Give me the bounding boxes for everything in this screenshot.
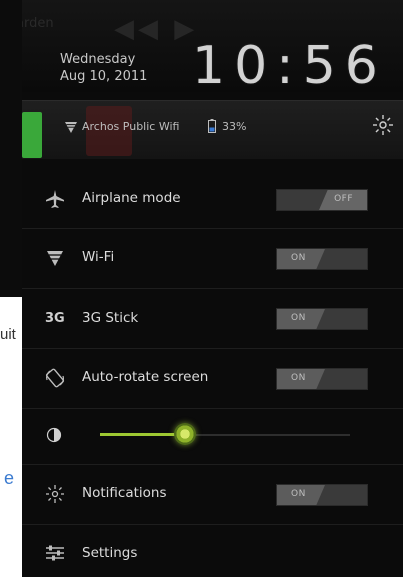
airplane-mode-toggle[interactable]: OFF: [276, 189, 368, 211]
3g-icon: 3G: [45, 311, 65, 326]
airplane-icon: [46, 190, 64, 208]
3g-stick-row[interactable]: 3G 3G Stick ON: [22, 289, 403, 347]
battery-icon: [208, 119, 216, 133]
media-controls-icon: ◀◀ ▶: [114, 14, 199, 44]
notifications-row[interactable]: Notifications ON: [22, 465, 403, 523]
settings-row[interactable]: Settings: [22, 525, 403, 577]
settings-label: Settings: [82, 545, 138, 561]
wifi-row[interactable]: Wi-Fi ON: [22, 229, 403, 287]
date-day: Wednesday: [60, 52, 136, 67]
panel-header: arden ◀◀ ▶ Wednesday Aug 10, 2011 10:56: [22, 0, 403, 96]
airplane-mode-row[interactable]: Airplane mode OFF: [22, 170, 403, 228]
brightness-slider-fill: [100, 433, 185, 436]
rotate-icon: [45, 368, 65, 388]
airplane-mode-label: Airplane mode: [82, 190, 181, 206]
wifi-status-icon: [65, 122, 77, 133]
settings-sliders-icon: [46, 545, 64, 561]
app-tile: [22, 112, 42, 158]
brightness-slider-thumb[interactable]: [174, 423, 196, 445]
toggle-state: ON: [291, 373, 306, 383]
auto-rotate-row[interactable]: Auto-rotate screen ON: [22, 349, 403, 407]
notification-panel: arden ◀◀ ▶ Wednesday Aug 10, 2011 10:56 …: [22, 0, 403, 577]
wifi-label: Wi-Fi: [82, 249, 115, 265]
3g-stick-toggle[interactable]: ON: [276, 308, 368, 330]
brightness-status-icon[interactable]: [372, 114, 394, 136]
toggle-state: ON: [291, 313, 306, 323]
notifications-toggle[interactable]: ON: [276, 484, 368, 506]
wifi-toggle[interactable]: ON: [276, 248, 368, 270]
network-name: Archos Public Wifi: [82, 120, 180, 133]
divider: [22, 408, 403, 409]
notifications-icon: [46, 485, 64, 503]
toggle-state: OFF: [334, 194, 353, 204]
background-widget-text: arden: [22, 16, 54, 31]
date-text: Aug 10, 2011: [60, 69, 148, 84]
3g-stick-label: 3G Stick: [82, 310, 139, 326]
auto-rotate-toggle[interactable]: ON: [276, 368, 368, 390]
notifications-label: Notifications: [82, 485, 167, 501]
clock: 10:56: [192, 36, 387, 96]
battery-level: 33%: [222, 120, 247, 133]
toggle-state: ON: [291, 253, 306, 263]
auto-rotate-label: Auto-rotate screen: [82, 369, 209, 385]
background-text-link: e: [4, 468, 15, 488]
wifi-icon: [47, 251, 63, 266]
brightness-icon: [46, 427, 62, 443]
toggle-state: ON: [291, 489, 306, 499]
